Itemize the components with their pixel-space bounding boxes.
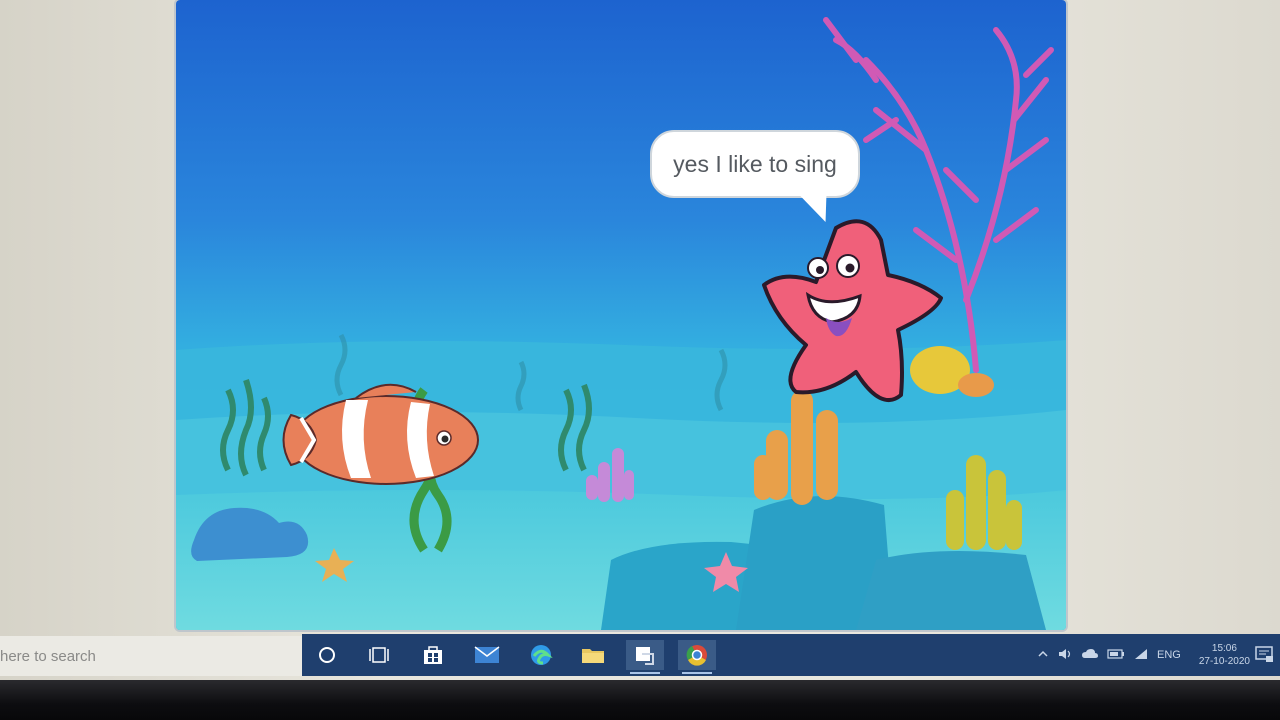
scratch-stage[interactable]: [176, 0, 1066, 630]
speech-text: yes I like to sing: [673, 150, 837, 177]
system-tray: ENG 15:06 27-10-2020: [1037, 634, 1250, 676]
file-explorer-icon[interactable]: [574, 640, 612, 670]
search-placeholder: here to search: [0, 647, 96, 665]
chevron-up-icon[interactable]: [1037, 648, 1049, 663]
language-indicator[interactable]: ENG: [1157, 649, 1181, 661]
volume-icon[interactable]: [1057, 647, 1073, 664]
speech-bubble: yes I like to sing: [650, 130, 860, 198]
notification-icon[interactable]: [1254, 644, 1274, 664]
mail-icon[interactable]: [468, 640, 506, 670]
edge-icon[interactable]: [522, 640, 560, 670]
task-view-icon[interactable]: [360, 640, 398, 670]
monitor-screen: yes I like to sing here to search ENG 15…: [0, 0, 1280, 690]
wifi-icon[interactable]: [1133, 647, 1149, 664]
clock[interactable]: 15:06 27-10-2020: [1199, 642, 1250, 668]
underwater-scene: [176, 0, 1066, 630]
cloud-icon[interactable]: [1081, 648, 1099, 663]
windows-taskbar: ENG 15:06 27-10-2020: [302, 634, 1280, 676]
battery-icon[interactable]: [1107, 648, 1125, 663]
sponge-orange: [958, 373, 994, 397]
clock-time: 15:06: [1211, 643, 1237, 654]
taskbar-search-box[interactable]: here to search: [0, 636, 302, 676]
chrome-icon[interactable]: [678, 640, 716, 674]
clock-date: 27-10-2020: [1198, 656, 1250, 667]
cortana-icon[interactable]: [308, 640, 346, 670]
rock-right: [856, 551, 1046, 630]
app-icon[interactable]: [626, 640, 664, 674]
monitor-bezel: [0, 680, 1280, 720]
store-icon[interactable]: [414, 640, 452, 670]
